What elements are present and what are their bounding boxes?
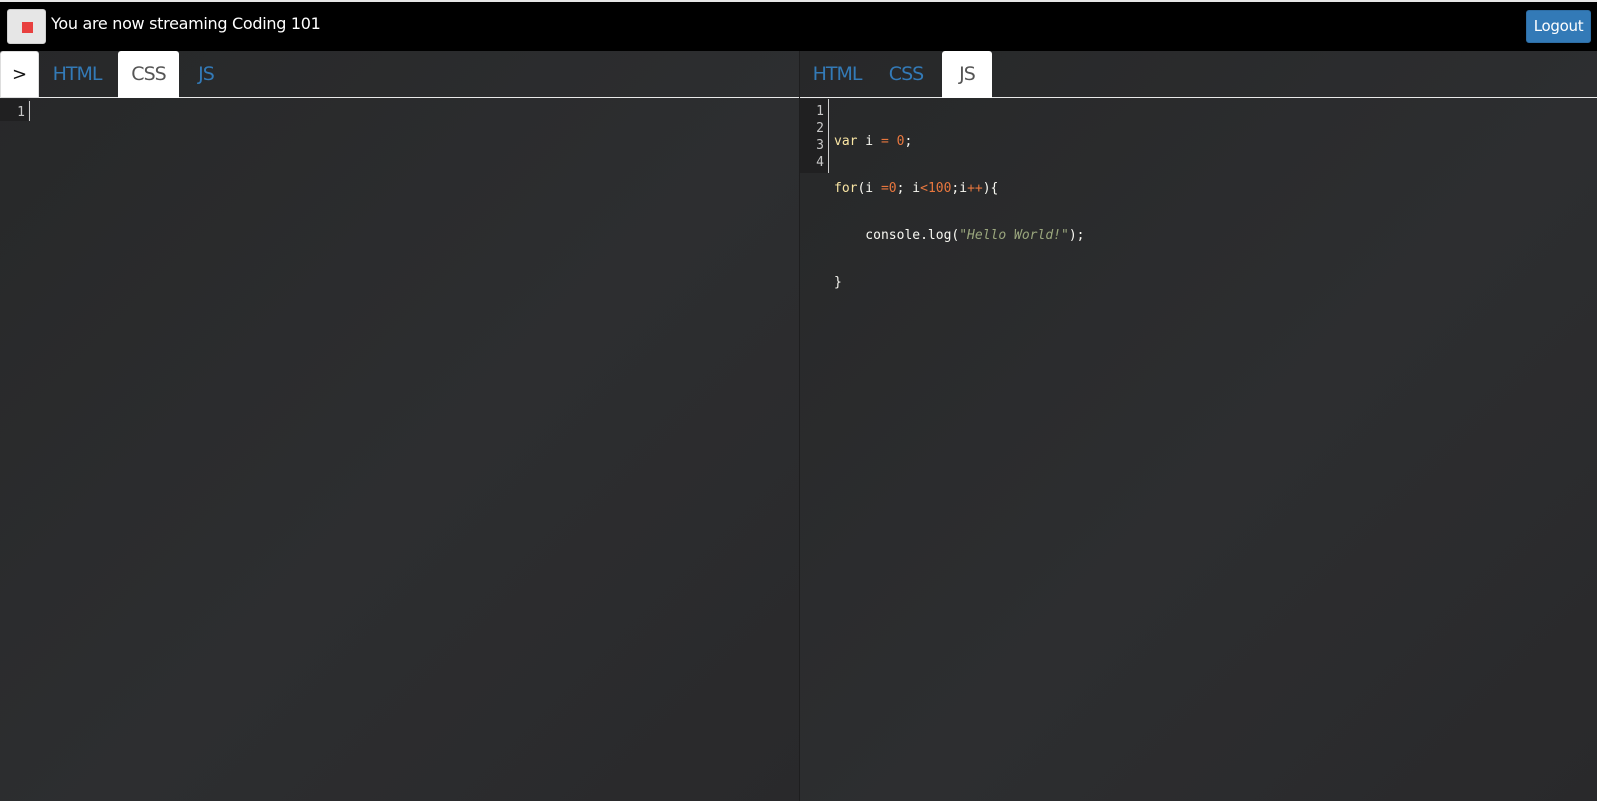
line-number: 1	[816, 104, 824, 119]
stop-icon	[22, 22, 33, 33]
line-number: 1	[17, 105, 25, 120]
right-tab-bar: HTML CSS JS	[800, 51, 1597, 98]
tab-html[interactable]: HTML	[40, 51, 114, 98]
code-content: var i = 0; for(i =0; i<100;i++){ console…	[834, 99, 1084, 321]
code-line-4: }	[834, 275, 842, 290]
code-line-1: var i = 0;	[834, 134, 913, 149]
tab-js[interactable]: JS	[182, 51, 230, 98]
stop-stream-button[interactable]	[7, 9, 46, 44]
tab-css[interactable]: CSS	[118, 51, 179, 98]
css-code-editor[interactable]: 1	[0, 99, 799, 801]
tab-js[interactable]: JS	[942, 51, 992, 98]
tab-html[interactable]: HTML	[800, 51, 874, 98]
js-code-editor[interactable]: 1 2 3 4 var i = 0; for(i =0; i<100;i++){…	[800, 99, 1597, 801]
left-editor-pane: > HTML CSS JS 1	[0, 51, 800, 801]
text-cursor	[29, 101, 30, 121]
right-editor-pane: HTML CSS JS 1 2 3 4 var i = 0; for(i =0;…	[800, 51, 1597, 801]
line-gutter: 1 2 3 4	[800, 99, 829, 173]
tab-css[interactable]: CSS	[874, 51, 938, 98]
left-tab-bar: > HTML CSS JS	[0, 51, 799, 98]
top-bar: You are now streaming Coding 101 Logout	[0, 0, 1597, 51]
code-line-2: for(i =0; i<100;i++){	[834, 181, 999, 196]
line-number: 2	[816, 121, 824, 136]
line-number: 4	[816, 155, 824, 170]
line-number: 3	[816, 138, 824, 153]
code-line-3: console.log("Hello World!");	[834, 228, 1085, 243]
chevron-right-icon: >	[12, 64, 28, 85]
toggle-panel-button[interactable]: >	[0, 51, 39, 98]
line-gutter: 1	[0, 99, 28, 121]
logout-button[interactable]: Logout	[1526, 10, 1591, 43]
stream-status-text: You are now streaming Coding 101	[51, 14, 321, 33]
